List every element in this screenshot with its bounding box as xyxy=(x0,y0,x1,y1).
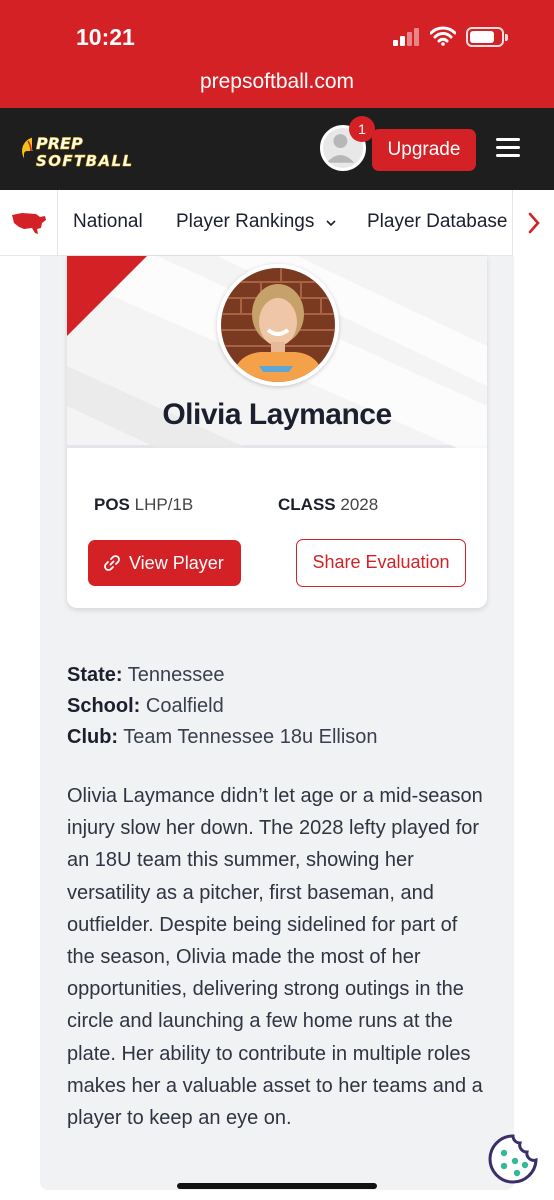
chevron-right-icon xyxy=(528,212,540,234)
school-label: School: xyxy=(67,695,141,717)
home-indicator[interactable] xyxy=(177,1183,377,1189)
battery-icon xyxy=(466,27,508,47)
cookie-settings-icon[interactable] xyxy=(487,1133,539,1185)
cellular-signal-icon xyxy=(393,28,421,46)
svg-text:PREP: PREP xyxy=(36,134,83,153)
player-position: POS LHP/1B xyxy=(94,495,193,515)
svg-text:SOFTBALL: SOFTBALL xyxy=(36,152,132,170)
nav-divider xyxy=(57,190,58,256)
club-label: Club: xyxy=(67,726,119,748)
menu-icon[interactable] xyxy=(496,138,520,158)
player-card: Olivia Laymance POS LHP/1B CLASS 2028 Vi… xyxy=(67,256,487,608)
nav-scroll-next[interactable] xyxy=(512,190,554,256)
link-icon xyxy=(104,555,120,571)
detail-state: State: Tennessee xyxy=(67,664,225,687)
share-evaluation-button[interactable]: Share Evaluation xyxy=(296,539,466,587)
address-bar-url[interactable]: prepsoftball.com xyxy=(0,70,554,94)
detail-club: Club: Team Tennessee 18u Ellison xyxy=(67,726,378,749)
browser-top-bar: 10:21 prepsoftball.com xyxy=(0,0,554,108)
wifi-icon xyxy=(430,26,456,46)
usa-map-icon[interactable] xyxy=(10,211,48,235)
school-value: Coalfield xyxy=(145,695,224,717)
player-photo xyxy=(217,264,339,386)
chevron-down-icon xyxy=(326,220,336,227)
upgrade-button[interactable]: Upgrade xyxy=(372,129,476,171)
pos-label: POS xyxy=(94,495,130,514)
state-value: Tennessee xyxy=(127,664,225,686)
status-time: 10:21 xyxy=(76,24,135,50)
nav-item-player-database[interactable]: Player Database xyxy=(367,211,507,233)
player-class: CLASS 2028 xyxy=(278,495,378,515)
detail-school: School: Coalfield xyxy=(67,695,224,718)
player-name: Olivia Laymance xyxy=(162,398,392,431)
view-player-button[interactable]: View Player xyxy=(88,540,241,586)
nav-item-national[interactable]: National xyxy=(73,211,143,233)
section-nav: National Player Rankings Player Database xyxy=(0,190,554,256)
prep-softball-logo[interactable]: PREP SOFTBALL xyxy=(20,131,138,171)
player-evaluation-text: Olivia Laymance didn’t let age or a mid-… xyxy=(67,785,483,1130)
nav-item-player-rankings[interactable]: Player Rankings xyxy=(176,211,336,233)
nav-item-label: Player Rankings xyxy=(176,211,315,232)
class-value: 2028 xyxy=(340,495,379,514)
player-card-header: Olivia Laymance xyxy=(67,256,487,448)
class-label: CLASS xyxy=(278,495,336,514)
pos-value: LHP/1B xyxy=(134,495,194,514)
view-player-label: View Player xyxy=(129,553,224,573)
state-label: State: xyxy=(67,664,123,686)
club-value: Team Tennessee 18u Ellison xyxy=(123,726,378,748)
site-header: PREP SOFTBALL 1 Upgrade xyxy=(0,108,554,190)
